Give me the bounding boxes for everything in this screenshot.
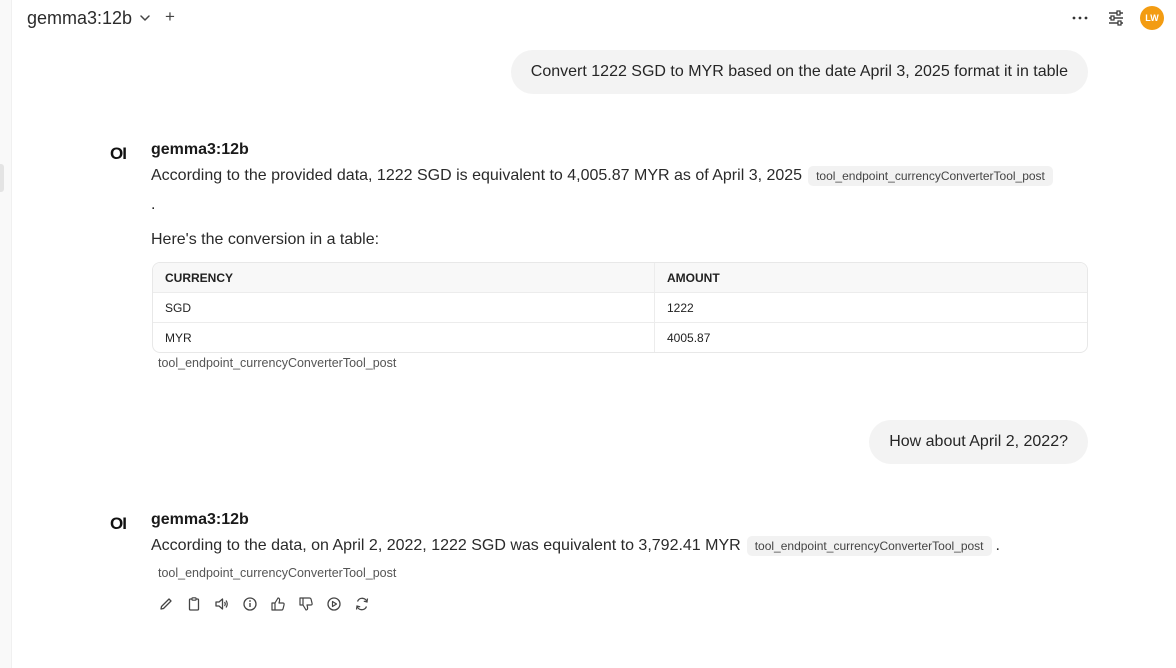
assistant-logo: OI [110,144,127,163]
user-message: Convert 1222 SGD to MYR based on the dat… [510,50,1088,94]
table-intro: Here's the conversion in a table: [151,231,380,248]
read-aloud-icon[interactable] [213,595,231,613]
trailing-period: . [151,196,156,213]
user-avatar[interactable]: LW [1140,6,1164,30]
table-cell: MYR [153,323,655,352]
table-cell: 1222 [667,300,694,315]
citation-chip[interactable]: tool_endpoint_currencyConverterTool_post [746,536,992,556]
chevron-down-icon [140,15,150,21]
thumbs-up-icon[interactable] [269,595,287,613]
edit-icon[interactable] [157,595,175,613]
user-message-text: Convert 1222 SGD to MYR based on the dat… [530,63,1068,80]
message-action-bar [157,595,371,613]
assistant-logo: OI [110,514,127,533]
sidebar-toggle-handle[interactable] [0,164,4,192]
thumbs-down-icon[interactable] [297,595,315,613]
table-row: SGD 1222 [153,292,1087,322]
info-icon[interactable] [241,595,259,613]
citation-chip[interactable]: tool_endpoint_currencyConverterTool_post [808,166,1053,186]
model-selector[interactable]: gemma3:12b [27,7,152,29]
assistant-model-name: gemma3:12b [151,511,249,528]
more-options-icon[interactable] [1071,6,1089,26]
assistant-answer: According to the provided data, 1222 SGD… [151,167,803,184]
controls-sliders-icon[interactable] [1107,9,1125,27]
user-message: How about April 2, 2022? [869,420,1088,464]
regenerate-icon[interactable] [353,595,371,613]
model-name: gemma3:12b [27,7,133,28]
table-cell: 4005.87 [667,330,711,345]
table-header-row: CURRENCY AMOUNT [153,263,1087,292]
trailing-period: . [995,537,1000,554]
source-link[interactable]: tool_endpoint_currencyConverterTool_post [158,356,396,370]
table-cell: SGD [153,293,655,322]
copy-icon[interactable] [185,595,203,613]
conversion-table: CURRENCY AMOUNT SGD 1222 MYR 4005.87 [152,262,1088,353]
user-message-text: How about April 2, 2022? [889,433,1068,450]
assistant-message-text: According to the data, on April 2, 2022,… [151,536,1000,556]
table-row: MYR 4005.87 [153,322,1087,352]
add-model-button[interactable]: + [165,7,175,27]
continue-icon[interactable] [325,595,343,613]
table-header-cell: CURRENCY [153,263,655,292]
assistant-model-name: gemma3:12b [151,141,249,158]
source-link[interactable]: tool_endpoint_currencyConverterTool_post [158,566,396,580]
assistant-message-text: According to the provided data, 1222 SGD… [151,166,1053,186]
table-header-cell: AMOUNT [667,270,720,285]
sidebar-rail [0,0,12,668]
assistant-answer: According to the data, on April 2, 2022,… [151,537,741,554]
